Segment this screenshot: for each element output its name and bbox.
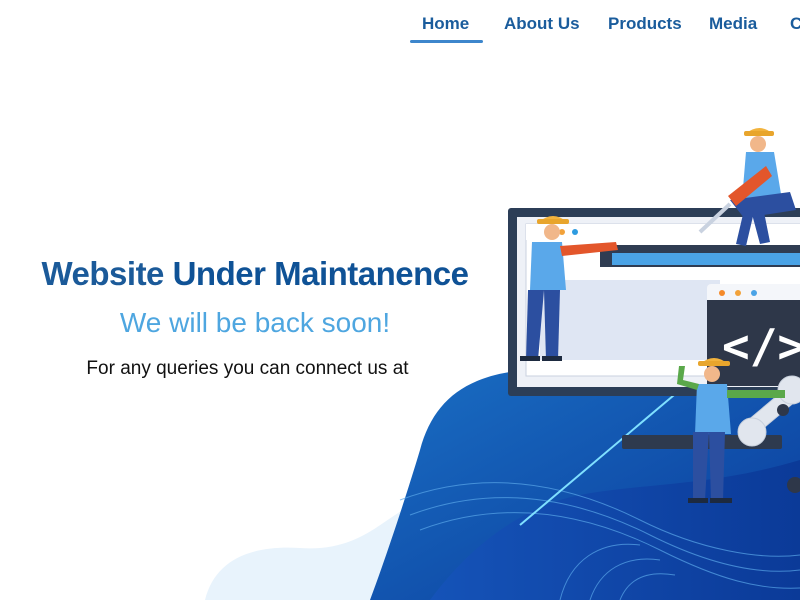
blue-wave [370, 366, 800, 600]
monitor-screen [517, 217, 800, 387]
monitor-frame [508, 208, 800, 396]
nav-about-us[interactable]: About Us [504, 14, 580, 34]
worker-sitting [698, 128, 796, 246]
worker-left [520, 216, 618, 361]
light-wave [205, 500, 420, 600]
contact-text: For any queries you can connect us at [86, 358, 409, 379]
wrench-icon [737, 375, 800, 447]
top-navigation: Home About Us Products Media C [0, 0, 800, 50]
code-window [707, 284, 800, 386]
page-title: Website Under Maintanence [0, 250, 510, 298]
title-part-regular: Website [41, 255, 164, 292]
code-symbol: </> [722, 319, 800, 373]
title-part-bold: Under Maintanence [172, 255, 469, 292]
nav-contact-truncated[interactable]: C [790, 14, 800, 34]
blue-wave-front [430, 460, 800, 600]
subtitle: We will be back soon! [119, 307, 391, 338]
nav-media[interactable]: Media [709, 14, 757, 34]
worker-front [677, 358, 785, 503]
nav-products[interactable]: Products [608, 14, 682, 34]
hero-section: Website Under Maintanence We will be bac… [0, 250, 510, 382]
nav-home[interactable]: Home [409, 14, 484, 43]
